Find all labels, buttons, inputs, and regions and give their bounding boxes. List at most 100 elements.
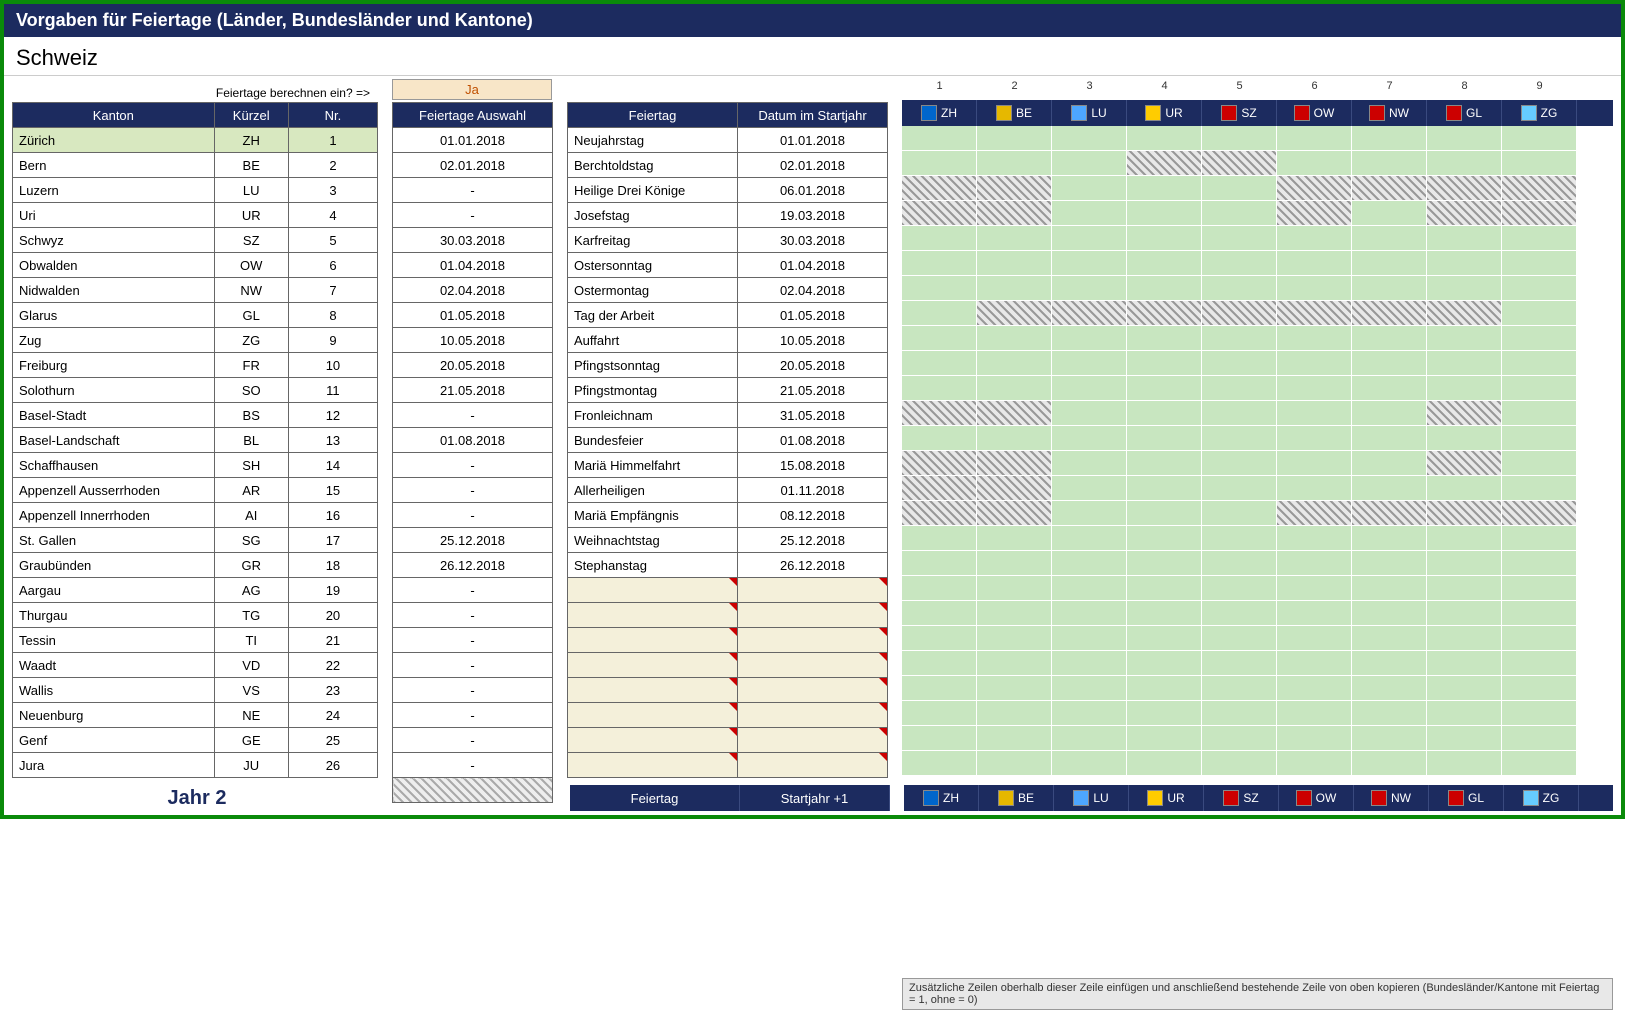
auswahl-cell[interactable]: 02.01.2018 [393,153,553,178]
feiertag-row[interactable]: Berchtoldstag02.01.2018 [568,153,888,178]
grid-cell-holiday[interactable] [1202,201,1277,226]
grid-kanton-header[interactable]: BE [977,100,1052,126]
grid-cell-holiday[interactable] [1502,701,1577,726]
auswahl-cell[interactable]: - [393,403,553,428]
grid-kanton-header[interactable]: ZH [902,100,977,126]
grid-cell-holiday[interactable] [1277,726,1352,751]
grid-cell-none[interactable] [1502,501,1577,526]
grid-cell-holiday[interactable] [1202,501,1277,526]
grid-cell-none[interactable] [902,401,977,426]
grid-kanton-header[interactable]: NW [1352,100,1427,126]
grid-cell-holiday[interactable] [977,276,1052,301]
auswahl-cell[interactable]: - [393,653,553,678]
grid-cell-holiday[interactable] [1502,401,1577,426]
grid-cell-holiday[interactable] [1352,526,1427,551]
grid-cell-holiday[interactable] [1052,601,1127,626]
feiertag-row[interactable]: Fronleichnam31.05.2018 [568,403,888,428]
grid-cell-holiday[interactable] [1127,426,1202,451]
kanton-row[interactable]: LuzernLU3 [13,178,378,203]
grid-cell-holiday[interactable] [1277,451,1352,476]
grid-cell-holiday[interactable] [1427,526,1502,551]
grid-cell-none[interactable] [977,201,1052,226]
grid-cell-holiday[interactable] [977,126,1052,151]
grid-kanton-header[interactable]: ZG [1504,785,1579,811]
feiertag-blank[interactable] [568,628,738,653]
grid-cell-holiday[interactable] [1427,126,1502,151]
grid-cell-holiday[interactable] [1277,376,1352,401]
grid-cell-holiday[interactable] [902,301,977,326]
auswahl-cell[interactable]: 26.12.2018 [393,553,553,578]
grid-cell-holiday[interactable] [1127,451,1202,476]
grid-cell-holiday[interactable] [1202,176,1277,201]
grid-cell-holiday[interactable] [1052,226,1127,251]
grid-cell-holiday[interactable] [1127,251,1202,276]
grid-cell-holiday[interactable] [1352,476,1427,501]
grid-cell-holiday[interactable] [1052,501,1127,526]
grid-cell-holiday[interactable] [1352,676,1427,701]
grid-cell-holiday[interactable] [1352,126,1427,151]
kanton-row[interactable]: BernBE2 [13,153,378,178]
grid-kanton-header[interactable]: OW [1279,785,1354,811]
grid-cell-holiday[interactable] [1352,351,1427,376]
grid-cell-holiday[interactable] [1352,451,1427,476]
grid-cell-none[interactable] [1352,301,1427,326]
grid-cell-holiday[interactable] [1502,126,1577,151]
grid-cell-holiday[interactable] [1502,276,1577,301]
grid-cell-holiday[interactable] [1127,526,1202,551]
kanton-row[interactable]: TessinTI21 [13,628,378,653]
grid-cell-holiday[interactable] [1052,576,1127,601]
auswahl-cell[interactable]: - [393,703,553,728]
grid-cell-holiday[interactable] [1427,551,1502,576]
grid-cell-none[interactable] [1352,176,1427,201]
grid-cell-holiday[interactable] [1502,326,1577,351]
grid-cell-holiday[interactable] [1277,601,1352,626]
grid-cell-holiday[interactable] [1202,326,1277,351]
feiertag-blank[interactable] [568,653,738,678]
grid-cell-holiday[interactable] [1277,426,1352,451]
feiertag-row[interactable]: Heilige Drei Könige06.01.2018 [568,178,888,203]
grid-kanton-header[interactable]: ZH [904,785,979,811]
auswahl-cell[interactable]: 01.04.2018 [393,253,553,278]
auswahl-cell[interactable]: - [393,178,553,203]
grid-cell-holiday[interactable] [1277,351,1352,376]
grid-cell-holiday[interactable] [1427,701,1502,726]
feiertag-blank[interactable] [568,728,738,753]
grid-cell-holiday[interactable] [1202,526,1277,551]
grid-cell-holiday[interactable] [977,251,1052,276]
grid-cell-holiday[interactable] [1502,601,1577,626]
feiertag-blank[interactable] [738,653,888,678]
grid-cell-holiday[interactable] [1202,626,1277,651]
grid-cell-holiday[interactable] [1202,601,1277,626]
kanton-row[interactable]: NeuenburgNE24 [13,703,378,728]
grid-cell-holiday[interactable] [1127,476,1202,501]
grid-kanton-header[interactable]: OW [1277,100,1352,126]
grid-cell-holiday[interactable] [1127,551,1202,576]
auswahl-cell[interactable]: 01.01.2018 [393,128,553,153]
grid-cell-holiday[interactable] [1427,476,1502,501]
grid-cell-holiday[interactable] [977,226,1052,251]
grid-cell-holiday[interactable] [977,726,1052,751]
kanton-row[interactable]: WaadtVD22 [13,653,378,678]
grid-kanton-header[interactable]: LU [1054,785,1129,811]
grid-cell-none[interactable] [1352,501,1427,526]
feiertag-blank[interactable] [738,603,888,628]
grid-cell-holiday[interactable] [1427,351,1502,376]
grid-cell-holiday[interactable] [1202,651,1277,676]
auswahl-cell[interactable]: - [393,478,553,503]
kanton-row[interactable]: GenfGE25 [13,728,378,753]
grid-cell-none[interactable] [1502,176,1577,201]
grid-cell-holiday[interactable] [1277,676,1352,701]
grid-cell-holiday[interactable] [1202,701,1277,726]
feiertag-blank[interactable] [738,628,888,653]
feiertag-blank[interactable] [738,728,888,753]
grid-cell-holiday[interactable] [1127,726,1202,751]
grid-cell-holiday[interactable] [1352,326,1427,351]
grid-cell-none[interactable] [1277,201,1352,226]
grid-cell-none[interactable] [1127,301,1202,326]
kanton-row[interactable]: UriUR4 [13,203,378,228]
grid-cell-none[interactable] [902,201,977,226]
grid-cell-holiday[interactable] [1352,201,1427,226]
grid-cell-holiday[interactable] [977,676,1052,701]
grid-cell-holiday[interactable] [1127,401,1202,426]
feiertag-blank[interactable] [568,753,738,778]
